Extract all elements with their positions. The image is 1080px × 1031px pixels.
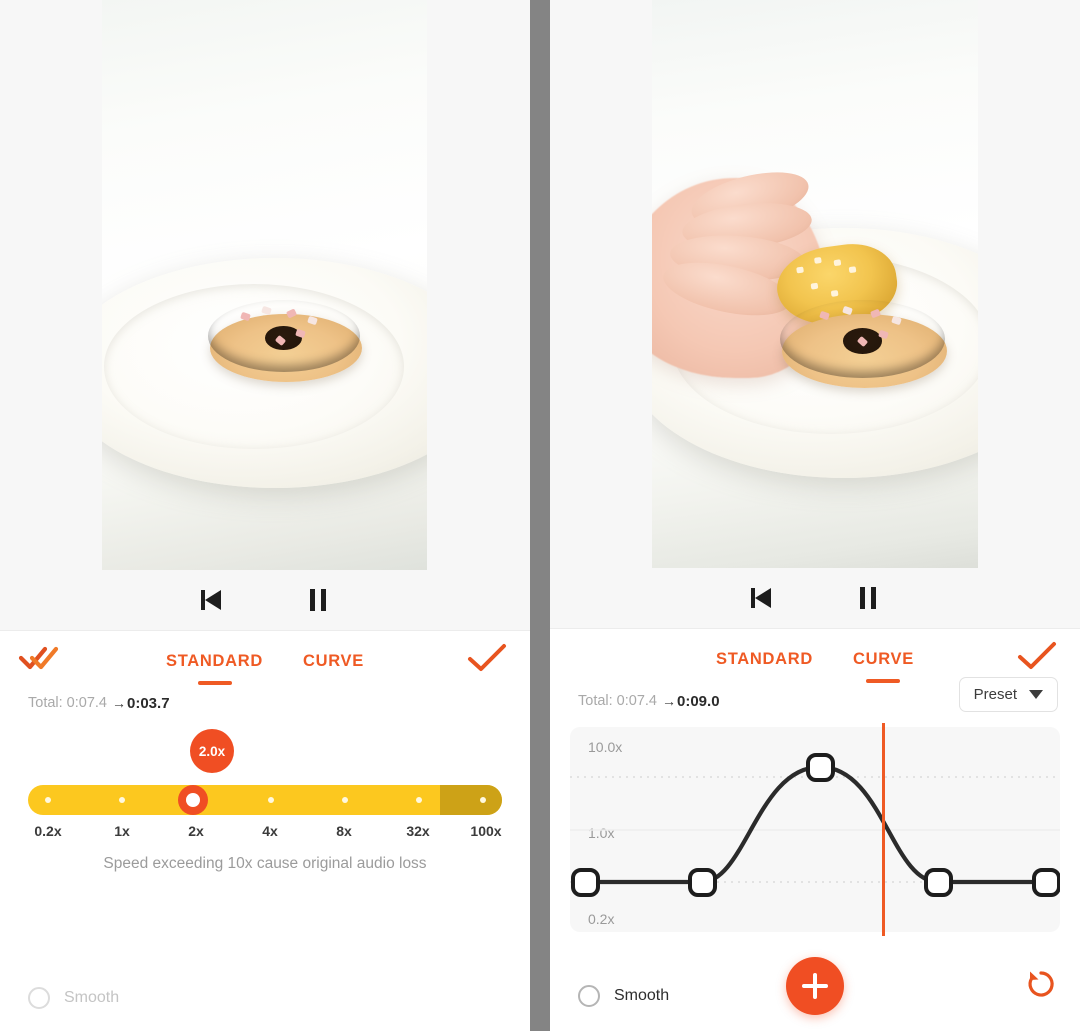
curve-nodes[interactable] [570, 727, 1060, 932]
pause-button[interactable] [846, 576, 890, 620]
check-icon [1018, 642, 1056, 669]
preset-label: Preset [973, 686, 1017, 703]
slider-label-2: 2x [188, 823, 204, 839]
speed-editor-standard: STANDARD CURVE Total: 0:07.4 → 0:03.7 2.… [0, 630, 530, 1031]
slider-tick [268, 797, 274, 803]
slider-label-1: 1x [114, 823, 130, 839]
tab-standard-label: STANDARD [716, 649, 813, 668]
skip-previous-button[interactable] [190, 578, 234, 622]
speed-editor-curve: STANDARD CURVE Total: 0:07.4 → 0:09.0 Pr… [550, 628, 1080, 1031]
audio-loss-hint: Speed exceeding 10x cause original audio… [103, 855, 427, 872]
tab-curve[interactable]: CURVE [847, 638, 920, 683]
tab-standard[interactable]: STANDARD [710, 638, 819, 673]
smooth-toggle-right[interactable]: Smooth [578, 985, 669, 1007]
curve-node [1032, 868, 1060, 897]
slider-label-6: 100x [470, 823, 502, 839]
tab-standard[interactable]: STANDARD [160, 640, 269, 685]
curve-bottom-bar: Smooth [550, 951, 1080, 1031]
curve-node [924, 868, 953, 897]
right-screen: STANDARD CURVE Total: 0:07.4 → 0:09.0 Pr… [550, 0, 1080, 1031]
video-preview-right [550, 0, 1080, 628]
skip-previous-button[interactable] [740, 576, 784, 620]
screen-divider [530, 0, 550, 1031]
smooth-radio-icon[interactable] [28, 987, 50, 1009]
playback-controls-right [550, 568, 1080, 628]
check-icon [468, 644, 506, 671]
curve-node [571, 868, 600, 897]
speed-slider[interactable] [28, 785, 502, 815]
skip-previous-icon [751, 587, 773, 609]
smooth-label: Smooth [64, 989, 120, 1006]
duration-row-right: Total: 0:07.4 → 0:09.0 Preset [550, 677, 1080, 721]
mode-tabs-right: STANDARD CURVE [550, 629, 1080, 683]
total-duration-label: Total: 0:07.4 [28, 695, 107, 711]
slider-tick [119, 797, 125, 803]
smooth-radio-icon[interactable] [578, 985, 600, 1007]
duration-row-left: Total: 0:07.4 → 0:03.7 [0, 683, 530, 723]
slider-tick [480, 797, 486, 803]
slider-label-0: 0.2x [34, 823, 62, 839]
total-duration-label: Total: 0:07.4 [578, 693, 657, 709]
slider-tick-labels: 0.2x 1x 2x 4x 8x 32x 100x [28, 815, 502, 849]
dual-screenshot-container: STANDARD CURVE Total: 0:07.4 → 0:03.7 2.… [0, 0, 1080, 1031]
chocolate-donut [208, 300, 362, 392]
video-frame-left[interactable] [101, 0, 427, 570]
preset-dropdown-button[interactable]: Preset [958, 677, 1058, 712]
slider-tick [342, 797, 348, 803]
skip-previous-icon [201, 589, 223, 611]
mode-tabs-left: STANDARD CURVE [0, 631, 530, 685]
chevron-down-icon [1029, 690, 1043, 699]
add-point-button[interactable] [786, 957, 844, 1015]
left-screen: STANDARD CURVE Total: 0:07.4 → 0:03.7 2.… [0, 0, 530, 1031]
confirm-button[interactable] [1016, 639, 1058, 673]
curve-node [806, 753, 835, 782]
tab-curve-label: CURVE [853, 649, 914, 668]
video-preview-left [0, 0, 530, 630]
smooth-label: Smooth [614, 987, 670, 1004]
speed-slider-thumb[interactable] [178, 785, 208, 815]
new-duration-value: 0:09.0 [677, 692, 720, 710]
pause-icon [858, 587, 878, 610]
reset-curve-button[interactable] [1024, 967, 1058, 1001]
editor-tabbar-right: STANDARD CURVE [550, 629, 1080, 683]
chocolate-donut [780, 300, 947, 400]
slider-label-5: 32x [406, 823, 430, 839]
curve-node [688, 868, 717, 897]
pause-button[interactable] [296, 578, 340, 622]
pause-icon [308, 589, 328, 611]
duration-arrow-icon: → [662, 693, 676, 709]
playback-controls-left [0, 570, 530, 630]
tab-curve-label: CURVE [303, 651, 364, 670]
tab-curve[interactable]: CURVE [297, 640, 370, 675]
slider-label-3: 4x [262, 823, 278, 839]
editor-tabbar-left: STANDARD CURVE [0, 631, 530, 685]
confirm-button[interactable] [466, 641, 508, 675]
slider-tick [45, 797, 51, 803]
duration-arrow-icon: → [112, 695, 126, 711]
slider-label-4: 8x [336, 823, 352, 839]
reset-icon [1028, 971, 1054, 997]
new-duration-value: 0:03.7 [127, 694, 170, 712]
tab-standard-label: STANDARD [166, 651, 263, 670]
smooth-toggle-left[interactable]: Smooth [28, 987, 119, 1009]
video-frame-right[interactable] [652, 0, 978, 569]
slider-overspeed-region [440, 785, 502, 815]
speed-bubble-wrap: 2.0x [0, 723, 530, 785]
speed-value-bubble: 2.0x [190, 729, 234, 773]
speed-curve-editor[interactable]: 10.0x 1.0x 0.2x [570, 723, 1060, 936]
slider-tick [416, 797, 422, 803]
